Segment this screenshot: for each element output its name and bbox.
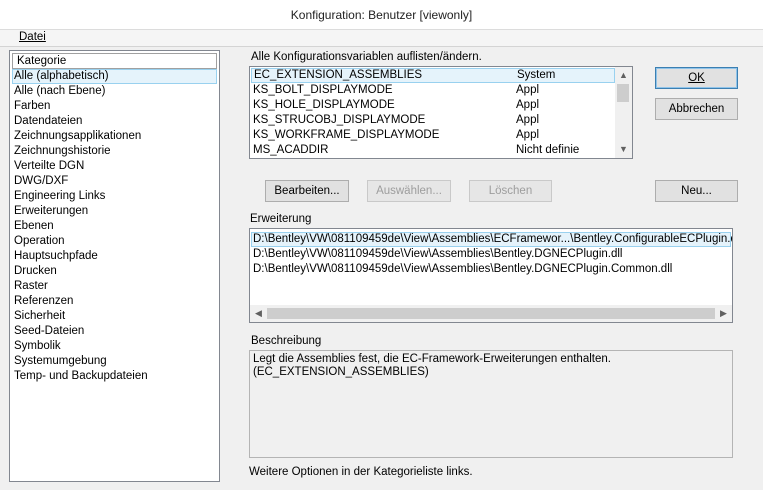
category-items: Alle (alphabetisch) Alle (nach Ebene) Farb… xyxy=(12,69,217,384)
extension-row[interactable]: D:\Bentley\VW\081109459de\View\Assemblie… xyxy=(251,247,731,262)
hscroll-thumb[interactable] xyxy=(267,308,715,319)
category-item[interactable]: Ebenen xyxy=(12,219,217,234)
category-item[interactable]: Hauptsuchpfade xyxy=(12,249,217,264)
variable-level: Appl xyxy=(516,114,540,126)
scroll-up-icon[interactable]: ▲ xyxy=(615,67,632,84)
variable-name: EC_EXTENSION_ASSEMBLIES xyxy=(254,69,423,81)
description-label: Beschreibung xyxy=(251,335,322,347)
category-item[interactable]: Erweiterungen xyxy=(12,204,217,219)
category-item[interactable]: Datendateien xyxy=(12,114,217,129)
category-header[interactable]: Kategorie xyxy=(12,53,217,69)
window-title: Konfiguration: Benutzer [viewonly] xyxy=(0,0,763,30)
scroll-left-icon[interactable]: ◀ xyxy=(250,305,267,322)
extension-label: Erweiterung xyxy=(250,213,312,225)
extension-row[interactable]: D:\Bentley\VW\081109459de\View\Assemblie… xyxy=(251,232,732,247)
category-item[interactable]: Zeichnungsapplikationen xyxy=(12,129,217,144)
extension-row[interactable]: D:\Bentley\VW\081109459de\View\Assemblie… xyxy=(251,262,731,277)
variables-scrollbar[interactable]: ▲ ▼ xyxy=(615,67,632,158)
select-button[interactable]: Auswählen... xyxy=(367,180,451,202)
category-item[interactable]: Symbolik xyxy=(12,339,217,354)
category-item[interactable]: Alle (nach Ebene) xyxy=(12,84,217,99)
scroll-down-icon[interactable]: ▼ xyxy=(615,141,632,158)
category-item[interactable]: Alle (alphabetisch) xyxy=(12,69,217,84)
delete-button[interactable]: Löschen xyxy=(469,180,552,202)
variable-row[interactable]: EC_EXTENSION_ASSEMBLIES System xyxy=(251,68,615,83)
variable-row[interactable]: MS_ACADDIR Nicht definie xyxy=(251,143,615,158)
extension-hscrollbar[interactable]: ◀ ▶ xyxy=(250,305,732,322)
variable-name: MS_ACADDIR xyxy=(253,144,329,156)
description-line-2: (EC_EXTENSION_ASSEMBLIES) xyxy=(253,366,429,378)
variable-level: Appl xyxy=(516,129,540,141)
category-item[interactable]: Systemumgebung xyxy=(12,354,217,369)
variable-row[interactable]: KS_WORKFRAME_DISPLAYMODE Appl xyxy=(251,128,615,143)
scroll-thumb[interactable] xyxy=(617,84,629,102)
category-item[interactable]: Engineering Links xyxy=(12,189,217,204)
variable-name: KS_HOLE_DISPLAYMODE xyxy=(253,99,395,111)
variable-row[interactable]: KS_HOLE_DISPLAYMODE Appl xyxy=(251,98,615,113)
variable-level: Appl xyxy=(516,84,540,96)
variables-label: Alle Konfigurationsvariablen auflisten/ä… xyxy=(251,51,482,63)
variable-name: KS_BOLT_DISPLAYMODE xyxy=(253,84,393,96)
new-button[interactable]: Neu... xyxy=(655,180,738,202)
scroll-right-icon[interactable]: ▶ xyxy=(715,305,732,322)
menu-bar: Datei xyxy=(0,30,763,47)
edit-button[interactable]: Bearbeiten... xyxy=(265,180,349,202)
description-box: Legt die Assemblies fest, die EC-Framewo… xyxy=(249,350,733,458)
ok-label: OK xyxy=(688,72,705,84)
category-item[interactable]: Sicherheit xyxy=(12,309,217,324)
category-item[interactable]: Verteilte DGN xyxy=(12,159,217,174)
variable-name: KS_STRUCOBJ_DISPLAYMODE xyxy=(253,114,426,126)
variables-list[interactable]: EC_EXTENSION_ASSEMBLIES System KS_BOLT_DIS… xyxy=(249,66,633,159)
category-item[interactable]: Seed-Dateien xyxy=(12,324,217,339)
category-item[interactable]: Zeichnungshistorie xyxy=(12,144,217,159)
variable-level: Appl xyxy=(516,99,540,111)
description-line-1: Legt die Assemblies fest, die EC-Framewo… xyxy=(253,353,611,365)
ok-button[interactable]: OK xyxy=(655,67,738,89)
category-item[interactable]: Raster xyxy=(12,279,217,294)
variable-row[interactable]: KS_STRUCOBJ_DISPLAYMODE Appl xyxy=(251,113,615,128)
variable-row[interactable]: KS_BOLT_DISPLAYMODE Appl xyxy=(251,83,615,98)
category-item[interactable]: Temp- und Backupdateien xyxy=(12,369,217,384)
category-item[interactable]: Drucken xyxy=(12,264,217,279)
extension-list[interactable]: D:\Bentley\VW\081109459de\View\Assemblie… xyxy=(249,228,733,323)
variable-level: System xyxy=(517,69,556,81)
description-text: Legt die Assemblies fest, die EC-Framewo… xyxy=(253,353,611,379)
cancel-button[interactable]: Abbrechen xyxy=(655,98,738,120)
category-item[interactable]: Farben xyxy=(12,99,217,114)
menu-datei[interactable]: Datei xyxy=(19,31,46,43)
footer-hint: Weitere Optionen in der Kategorieliste l… xyxy=(249,466,473,478)
category-list[interactable]: Kategorie Alle (alphabetisch) Alle (nach … xyxy=(9,50,220,482)
variable-name: KS_WORKFRAME_DISPLAYMODE xyxy=(253,129,440,141)
category-item[interactable]: Operation xyxy=(12,234,217,249)
variable-level: Nicht definie xyxy=(516,144,580,156)
category-item[interactable]: DWG/DXF xyxy=(12,174,217,189)
category-item[interactable]: Referenzen xyxy=(12,294,217,309)
